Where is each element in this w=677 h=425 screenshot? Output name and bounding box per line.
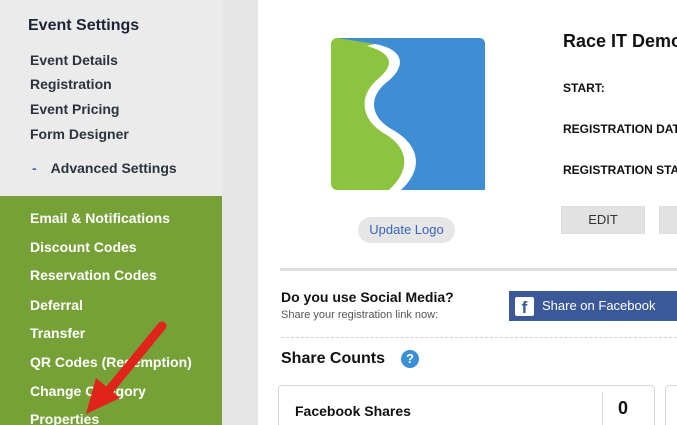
social-media-subtitle: Share your registration link now: [281, 309, 439, 321]
edit-button[interactable]: EDIT [561, 206, 645, 234]
sidebar-item-reservation-codes[interactable]: Reservation Codes [30, 267, 157, 283]
collapse-dash-icon: - [32, 160, 37, 176]
sidebar-item-event-pricing[interactable]: Event Pricing [30, 101, 119, 117]
event-title: Race IT Demo [563, 31, 677, 51]
sidebar-item-email-notifications[interactable]: Email & Notifications [30, 210, 170, 226]
sidebar-item-properties[interactable]: Properties [30, 411, 99, 425]
social-media-question: Do you use Social Media? [281, 289, 454, 305]
app-window: Event Settings Event Details Registratio… [0, 0, 677, 425]
sidebar-item-registration[interactable]: Registration [30, 76, 112, 92]
update-logo-button[interactable]: Update Logo [358, 217, 455, 243]
dotted-divider [281, 337, 677, 338]
next-share-card [665, 385, 677, 425]
share-counts-title: Share Counts [281, 350, 386, 367]
section-divider [280, 268, 677, 271]
sidebar-advanced-settings[interactable]: - Advanced Settings [32, 160, 177, 176]
sidebar-item-deferral[interactable]: Deferral [30, 297, 83, 313]
facebook-shares-count: 0 [618, 398, 629, 418]
sidebar-item-change-category[interactable]: Change Category [30, 383, 146, 399]
sidebar-item-form-designer[interactable]: Form Designer [30, 126, 129, 142]
sidebar-item-discount-codes[interactable]: Discount Codes [30, 239, 137, 255]
sidebar-event-settings: Event Settings Event Details Registratio… [0, 0, 222, 191]
secondary-action-button[interactable] [659, 206, 677, 234]
sidebar-title: Event Settings [28, 17, 140, 34]
sidebar-advanced-label: Advanced Settings [50, 160, 177, 176]
share-on-facebook-label: Share on Facebook [542, 298, 656, 313]
start-label: START: [563, 81, 605, 95]
sidebar-item-transfer[interactable]: Transfer [30, 325, 85, 341]
facebook-icon: f [515, 297, 534, 317]
registration-dates-label: REGISTRATION DATES: [563, 122, 677, 136]
facebook-shares-label: Facebook Shares [295, 403, 411, 419]
help-icon[interactable]: ? [401, 350, 419, 368]
share-on-facebook-button[interactable]: f Share on Facebook [509, 291, 677, 321]
registration-status-label: REGISTRATION STATUS: [563, 163, 677, 177]
sidebar: Event Settings Event Details Registratio… [0, 0, 222, 425]
sidebar-item-qr-codes[interactable]: QR Codes (Redemption) [30, 354, 192, 370]
sidebar-item-event-details[interactable]: Event Details [30, 52, 118, 68]
event-logo-image [331, 38, 485, 190]
card-divider [602, 392, 603, 425]
content-frame-border [222, 0, 258, 425]
